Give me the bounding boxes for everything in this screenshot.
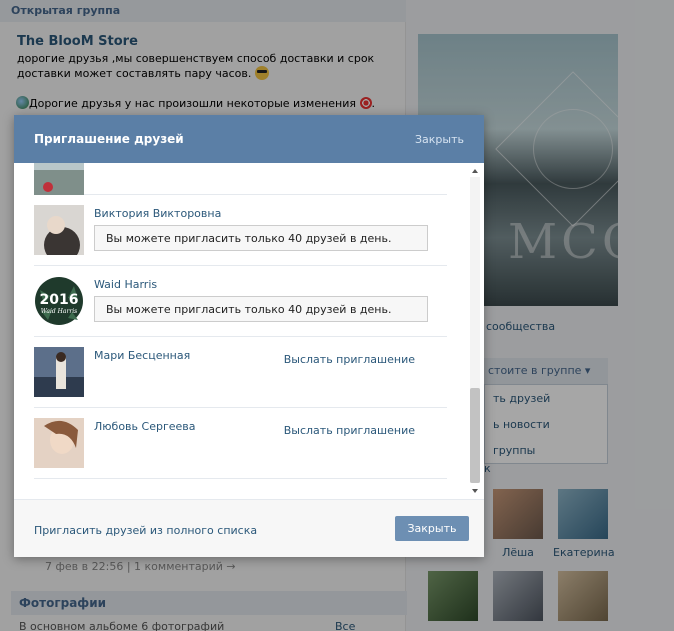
- avatar-image: [34, 347, 84, 397]
- modal-header: Приглашение друзей Закрыть: [14, 115, 484, 163]
- list-item: [34, 163, 447, 195]
- list-scrollbar[interactable]: [468, 163, 482, 499]
- invite-limit-note: Вы можете пригласить только 40 друзей в …: [94, 296, 428, 322]
- friend-avatar[interactable]: 2016 Waid Harris: [34, 276, 84, 326]
- friend-avatar[interactable]: [34, 347, 84, 397]
- list-item: Мари Бесценная Выслать приглашение: [34, 337, 447, 408]
- send-invite-link[interactable]: Выслать приглашение: [284, 424, 415, 437]
- friend-name[interactable]: Любовь Сергеева: [94, 420, 195, 433]
- modal-title: Приглашение друзей: [34, 132, 184, 146]
- avatar-year-text: 2016: [40, 292, 79, 308]
- friend-avatar[interactable]: [34, 418, 84, 468]
- avatar-image: 2016 Waid Harris: [34, 276, 84, 326]
- invite-from-full-list-link[interactable]: Пригласить друзей из полного списка: [34, 524, 257, 537]
- close-button[interactable]: Закрыть: [395, 516, 469, 541]
- invite-limit-note: Вы можете пригласить только 40 друзей в …: [94, 225, 428, 251]
- friend-name[interactable]: Мари Бесценная: [94, 349, 190, 362]
- scroll-thumb[interactable]: [470, 388, 480, 483]
- avatar-image: [34, 418, 84, 468]
- friends-list-body: Виктория Викторовна Вы можете пригласить…: [14, 163, 484, 499]
- scroll-up-arrow-icon[interactable]: [472, 169, 478, 173]
- avatar-image: [34, 163, 84, 195]
- friends-list: Виктория Викторовна Вы можете пригласить…: [34, 163, 447, 479]
- avatar-image: [34, 205, 84, 255]
- list-item: 2016 Waid Harris Waid Harris Вы можете п…: [34, 266, 447, 337]
- invite-friends-modal: Приглашение друзей Закрыть Виктория Викт…: [14, 115, 484, 557]
- list-item: Виктория Викторовна Вы можете пригласить…: [34, 195, 447, 266]
- send-invite-link[interactable]: Выслать приглашение: [284, 353, 415, 366]
- list-item: Любовь Сергеева Выслать приглашение: [34, 408, 447, 479]
- close-link[interactable]: Закрыть: [415, 133, 464, 146]
- scroll-down-arrow-icon[interactable]: [472, 489, 478, 493]
- avatar-script-text: Waid Harris: [41, 308, 77, 315]
- modal-footer: Пригласить друзей из полного списка Закр…: [14, 499, 484, 557]
- friend-name[interactable]: Waid Harris: [94, 278, 157, 291]
- friend-name[interactable]: Виктория Викторовна: [94, 207, 221, 220]
- friend-avatar[interactable]: [34, 205, 84, 255]
- friend-avatar[interactable]: [34, 163, 84, 195]
